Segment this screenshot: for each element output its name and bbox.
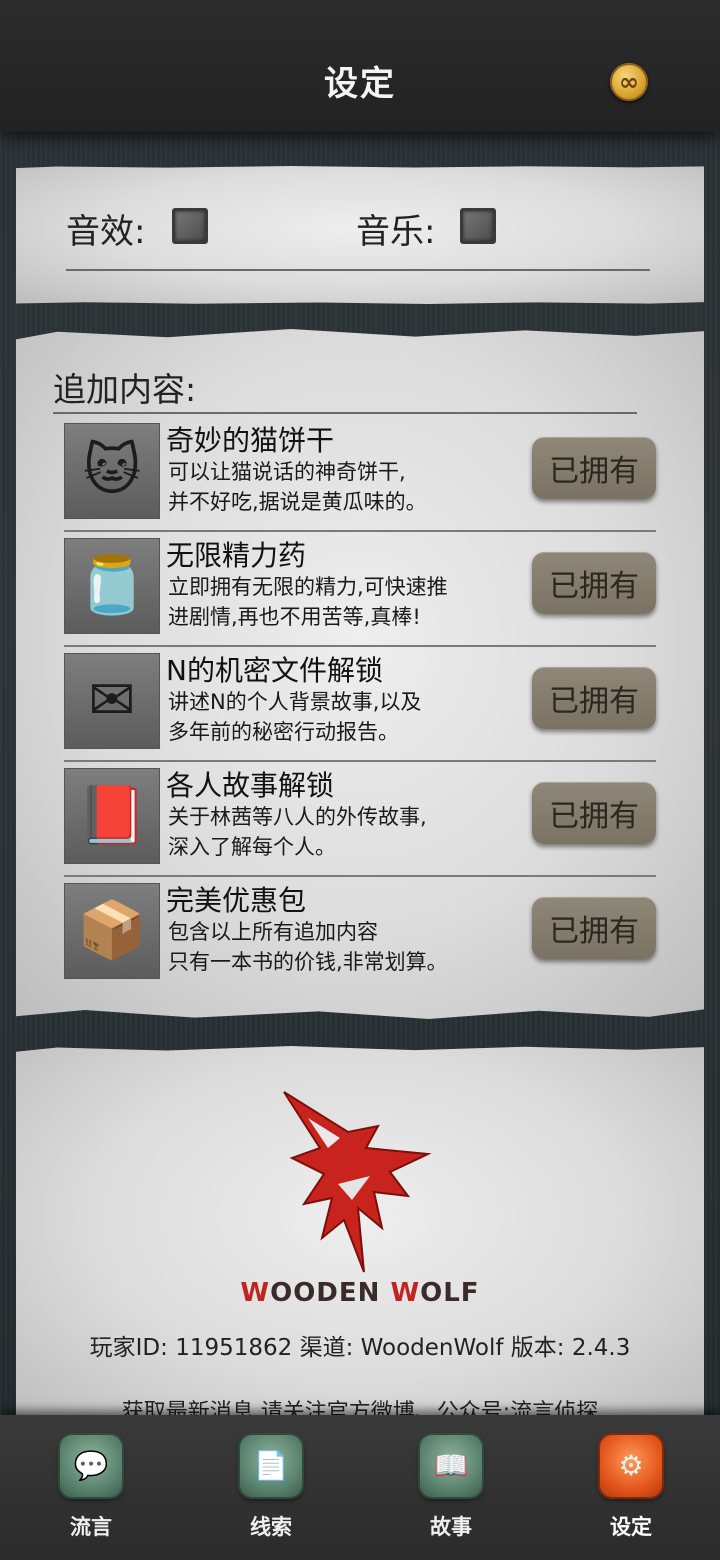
brand-name: WOODEN WOLF [240, 1278, 480, 1308]
addon-item-secret-file: ✉ N的机密文件解锁 讲述N的个人背景故事,以及 多年前的秘密行动报告。 已拥有 [62, 647, 656, 762]
addon-section-title: 追加内容: [53, 370, 197, 409]
addon-description: 讲述N的个人背景故事,以及 多年前的秘密行动报告。 [168, 690, 422, 744]
bottom-nav: 💬 流言 📄 线索 📖 故事 ⚙ 设定 [0, 1415, 720, 1560]
discount-box-icon: 📦 [64, 883, 160, 979]
sound-checkbox[interactable] [172, 208, 208, 244]
owned-button[interactable]: 已拥有 [532, 552, 656, 614]
addon-content-panel: 追加内容: 🐱 奇妙的猫饼干 可以让猫说话的神奇饼干, 并不好吃,据说是黄瓜味的。… [16, 329, 704, 1019]
settings-gear-icon: ⚙ [600, 1435, 662, 1497]
addon-item-character-stories: 📕 各人故事解锁 关于林茜等八人的外传故事, 深入了解每个人。 已拥有 [62, 762, 656, 877]
addon-name: 奇妙的猫饼干 [166, 424, 335, 457]
secret-envelope-icon: ✉ [64, 653, 160, 749]
top-bar: 设定 ∞ [0, 0, 720, 132]
story-book-icon: 📖 [420, 1435, 482, 1497]
nav-item-settings[interactable]: ⚙ 设定 [590, 1431, 670, 1551]
about-panel: WOODEN WOLF 玩家ID: 11951862 渠道: WoodenWol… [16, 1046, 704, 1426]
cat-cookie-icon: 🐱 [64, 423, 160, 519]
story-book-icon: 📕 [64, 768, 160, 864]
owned-button[interactable]: 已拥有 [532, 437, 656, 499]
addon-description: 包含以上所有追加内容 只有一本书的价钱,非常划算。 [168, 920, 448, 974]
addon-item-energy-potion: 🫙 无限精力药 立即拥有无限的精力,可快速推 进剧情,再也不用苦等,真棒! 已拥有 [62, 532, 656, 647]
addon-name: N的机密文件解锁 [166, 654, 383, 687]
nav-label: 设定 [610, 1514, 652, 1539]
nav-label: 线索 [250, 1514, 292, 1539]
divider [66, 269, 650, 271]
owned-button[interactable]: 已拥有 [532, 667, 656, 729]
infinity-coin-icon[interactable]: ∞ [610, 63, 648, 101]
nav-item-story[interactable]: 📖 故事 [410, 1431, 490, 1551]
energy-jar-icon: 🫙 [64, 538, 160, 634]
nav-label: 流言 [70, 1514, 112, 1539]
addon-description: 立即拥有无限的精力,可快速推 进剧情,再也不用苦等,真棒! [168, 575, 448, 629]
wooden-wolf-logo [283, 1091, 432, 1273]
nav-label: 故事 [430, 1514, 472, 1539]
owned-button[interactable]: 已拥有 [532, 897, 656, 959]
audio-settings-panel: 音效: 音乐: [16, 166, 704, 304]
addon-item-cat-cookie: 🐱 奇妙的猫饼干 可以让猫说话的神奇饼干, 并不好吃,据说是黄瓜味的。 已拥有 [62, 417, 656, 532]
addon-name: 完美优惠包 [166, 884, 307, 917]
addon-name: 各人故事解锁 [166, 769, 335, 802]
owned-button[interactable]: 已拥有 [532, 782, 656, 844]
addon-item-bundle: 📦 完美优惠包 包含以上所有追加内容 只有一本书的价钱,非常划算。 已拥有 [62, 877, 656, 992]
addon-name: 无限精力药 [166, 539, 307, 572]
addon-description: 关于林茜等八人的外传故事, 深入了解每个人。 [168, 805, 427, 859]
chat-bubble-icon: 💬 [60, 1435, 122, 1497]
divider [53, 412, 637, 414]
nav-item-rumors[interactable]: 💬 流言 [50, 1431, 130, 1551]
music-label: 音乐: [356, 212, 436, 252]
sound-label: 音效: [66, 212, 146, 252]
nav-item-clues[interactable]: 📄 线索 [230, 1431, 310, 1551]
addon-description: 可以让猫说话的神奇饼干, 并不好吃,据说是黄瓜味的。 [168, 460, 427, 514]
music-checkbox[interactable] [460, 208, 496, 244]
player-info: 玩家ID: 11951862 渠道: WoodenWolf 版本: 2.4.3 [89, 1335, 631, 1361]
clue-paper-icon: 📄 [240, 1435, 302, 1497]
